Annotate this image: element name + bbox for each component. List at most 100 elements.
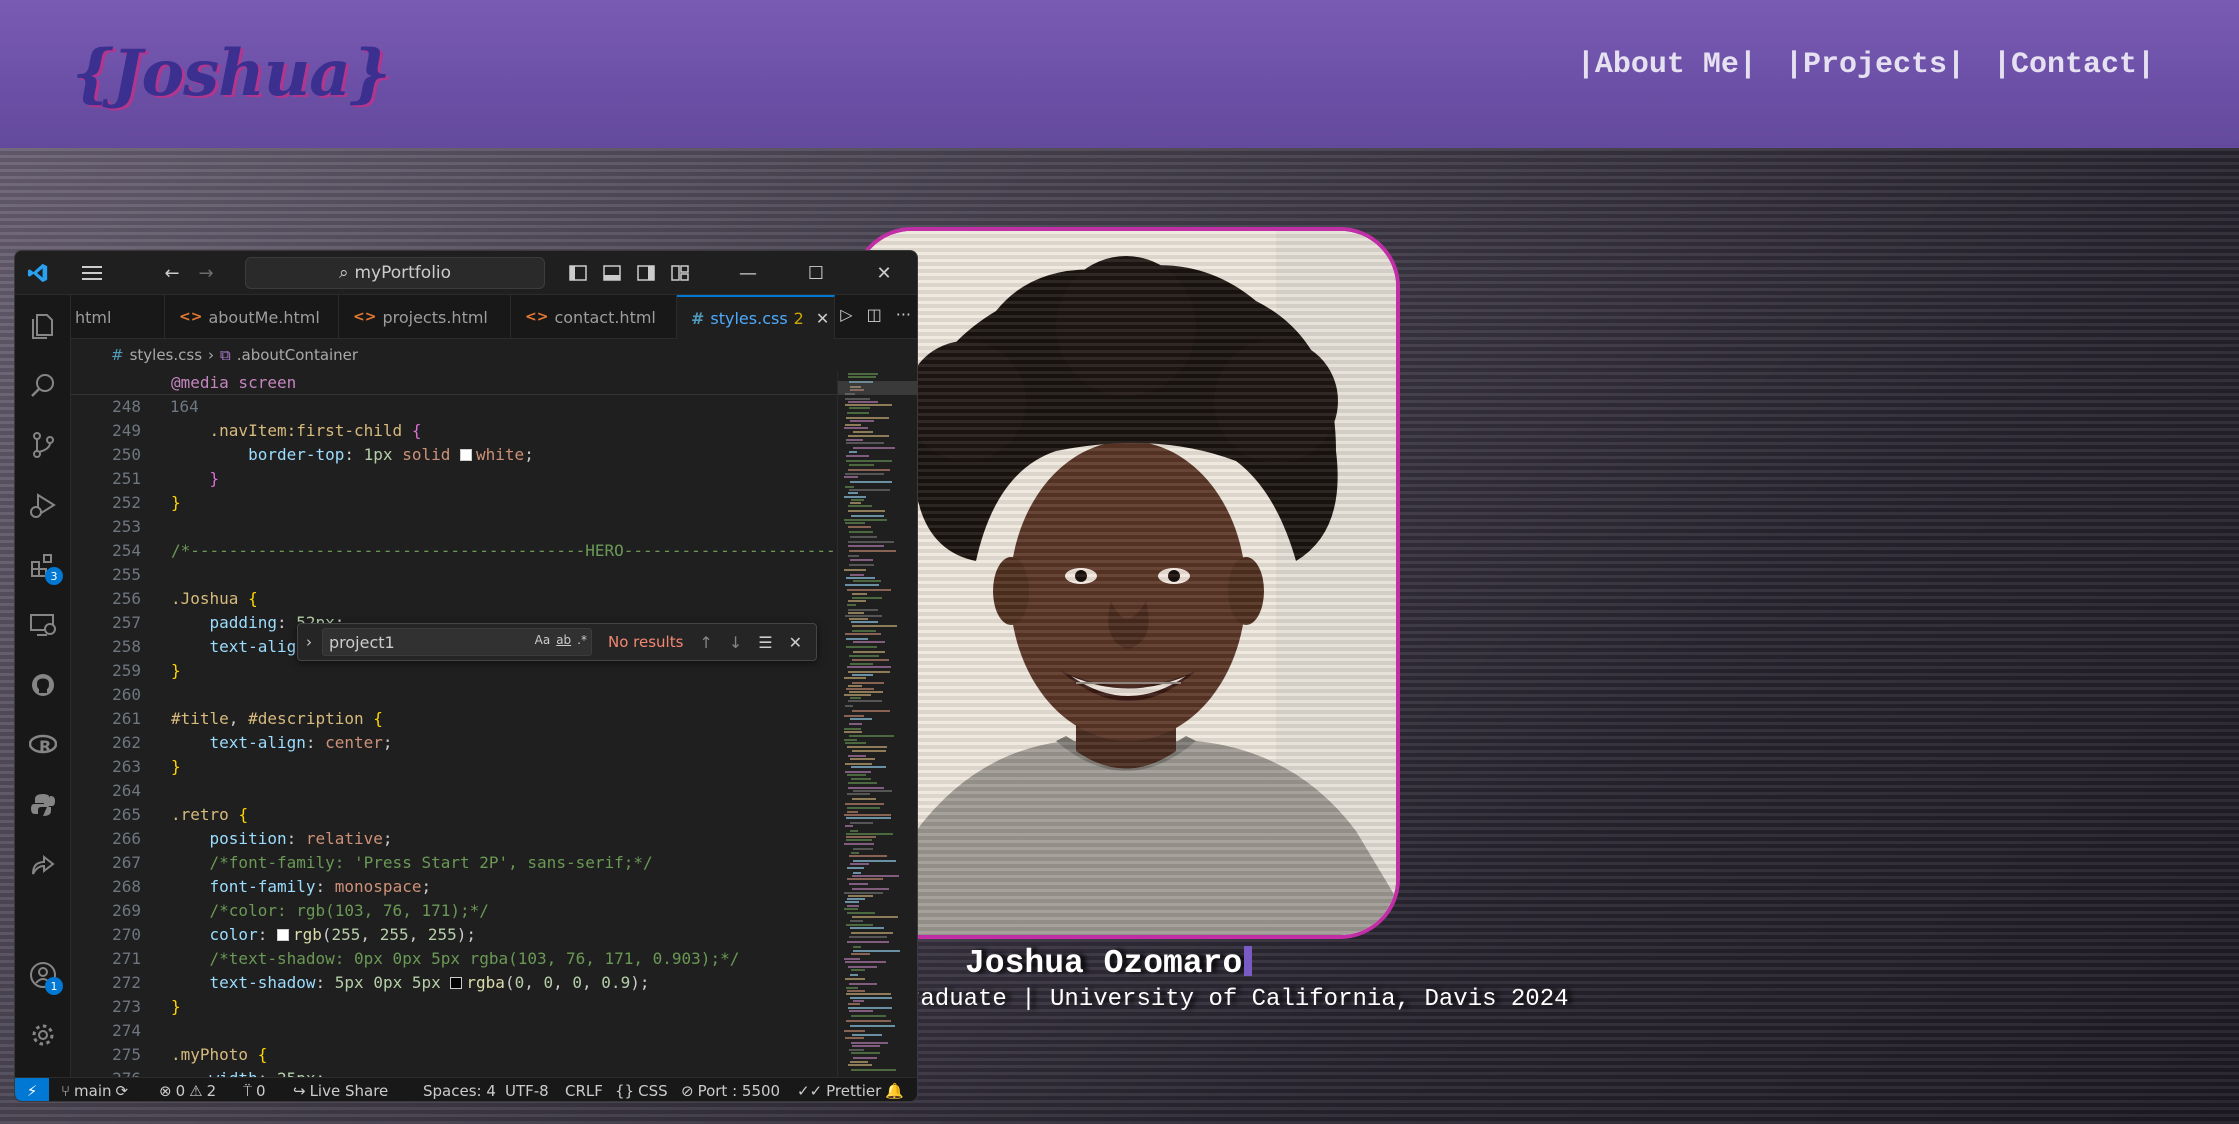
code-line[interactable]: 249 .navItem:first-child { bbox=[71, 419, 837, 443]
find-in-selection-icon[interactable]: ☰ bbox=[758, 633, 772, 652]
split-editor-icon[interactable]: ◫ bbox=[867, 305, 882, 324]
site-logo[interactable]: {Joshua} bbox=[72, 36, 391, 111]
code-line[interactable]: 272 text-shadow: 5px 0px 5px rgba(0, 0, … bbox=[71, 971, 837, 995]
code-line[interactable]: 256 .Joshua { bbox=[71, 587, 837, 611]
customize-layout-icon[interactable] bbox=[665, 259, 695, 287]
nav-contact-link[interactable]: |Contact| bbox=[1993, 48, 2155, 82]
r-language-icon[interactable]: R bbox=[27, 729, 59, 761]
problems-status[interactable]: ⊗ 0 ⚠ 2 bbox=[159, 1082, 216, 1100]
next-match-icon[interactable]: ↓ bbox=[729, 633, 742, 652]
live-server-status[interactable]: ⊘ Port : 5500 bbox=[681, 1082, 780, 1100]
close-window-icon[interactable]: ✕ bbox=[869, 259, 899, 287]
nav-projects-link[interactable]: |Projects| bbox=[1785, 48, 1965, 82]
more-actions-icon[interactable]: ··· bbox=[896, 305, 911, 324]
tab-styles-css[interactable]: # styles.css 2 ✕ bbox=[677, 295, 835, 339]
indentation-status[interactable]: Spaces: 4 bbox=[423, 1082, 496, 1100]
eol-status[interactable]: CRLF bbox=[565, 1082, 603, 1100]
tab-contact-html[interactable]: <> contact.html bbox=[511, 295, 677, 339]
remote-indicator-icon[interactable]: ⚡ bbox=[15, 1078, 49, 1101]
status-bar: ⚡ ⑂ main ⟳ ⊗ 0 ⚠ 2 ⍡ 0 ↪ Live Share Spaces: 4 U… bbox=[15, 1077, 917, 1101]
toggle-panel-icon[interactable] bbox=[597, 259, 627, 287]
match-whole-word-icon[interactable]: ab bbox=[556, 633, 571, 647]
accounts-icon[interactable]: 1 bbox=[27, 959, 63, 995]
tab-projects-html[interactable]: <> projects.html bbox=[339, 295, 511, 339]
extensions-icon[interactable]: 3 bbox=[27, 549, 63, 585]
search-icon[interactable] bbox=[27, 369, 59, 401]
run-debug-icon[interactable] bbox=[27, 489, 59, 521]
minimap-line bbox=[844, 814, 891, 816]
minimap-line bbox=[852, 674, 873, 676]
encoding-status[interactable]: UTF-8 bbox=[505, 1082, 549, 1100]
github-icon[interactable] bbox=[27, 669, 59, 701]
close-find-icon[interactable]: ✕ bbox=[789, 633, 802, 652]
code-line[interactable]: 270 color: rgb(255, 255, 255); bbox=[71, 923, 837, 947]
maximize-icon[interactable]: ☐ bbox=[801, 259, 831, 287]
code-line[interactable]: 266 position: relative; bbox=[71, 827, 837, 851]
code-line[interactable]: 275 .myPhoto { bbox=[71, 1043, 837, 1067]
sticky-scroll-line[interactable]: 164 @media screen bbox=[71, 371, 837, 416]
source-control-icon[interactable] bbox=[27, 429, 59, 461]
minimap-line bbox=[848, 435, 889, 437]
back-arrow-icon[interactable]: ← bbox=[157, 259, 187, 287]
tab-html[interactable]: html bbox=[61, 295, 165, 339]
minimap-line bbox=[845, 771, 871, 773]
minimap-line bbox=[849, 1049, 864, 1051]
code-line[interactable]: 253 bbox=[71, 515, 837, 539]
toggle-secondary-sidebar-icon[interactable] bbox=[631, 259, 661, 287]
code-line[interactable]: 263} bbox=[71, 755, 837, 779]
code-line[interactable]: 269 /*color: rgb(103, 76, 171);*/ bbox=[71, 899, 837, 923]
minimap-line bbox=[850, 758, 875, 760]
minimap[interactable] bbox=[837, 371, 917, 1077]
code-line[interactable]: 273} bbox=[71, 995, 837, 1019]
toggle-replace-chevron-icon[interactable]: › bbox=[306, 633, 312, 651]
command-center-search[interactable]: ⌕ myPortfolio bbox=[245, 257, 545, 289]
minimap-line bbox=[853, 651, 885, 653]
breadcrumb-symbol[interactable]: .aboutContainer bbox=[237, 346, 358, 364]
minimap-slider[interactable] bbox=[838, 381, 917, 395]
language-status[interactable]: {} CSS bbox=[615, 1082, 668, 1100]
python-icon[interactable] bbox=[27, 789, 59, 821]
minimize-icon[interactable]: — bbox=[733, 259, 763, 287]
code-line[interactable]: 268 font-family: monospace; bbox=[71, 875, 837, 899]
ports-status[interactable]: ⍡ 0 bbox=[243, 1082, 266, 1100]
code-line[interactable]: 250 border-top: 1px solid white; bbox=[71, 443, 837, 467]
find-widget: › project1 Aa ab .* No results ↑ ↓ ☰ ✕ bbox=[297, 623, 817, 661]
code-line[interactable]: 259} bbox=[71, 659, 837, 683]
code-line[interactable]: 260 bbox=[71, 683, 837, 707]
run-icon[interactable]: ▷ bbox=[840, 305, 852, 324]
find-input[interactable]: project1 Aa ab .* bbox=[322, 628, 592, 656]
toggle-primary-sidebar-icon[interactable] bbox=[563, 259, 593, 287]
code-line[interactable]: 255 bbox=[71, 563, 837, 587]
code-line[interactable]: 265 .retro { bbox=[71, 803, 837, 827]
notifications-bell-icon[interactable]: 🔔 bbox=[885, 1082, 904, 1100]
settings-gear-icon[interactable] bbox=[27, 1019, 59, 1051]
code-line[interactable]: 254 /*-----------------------------------… bbox=[71, 539, 837, 563]
nav-about-me-link[interactable]: |About Me| bbox=[1577, 48, 1757, 82]
code-line[interactable]: 252} bbox=[71, 491, 837, 515]
minimap-line bbox=[852, 1045, 880, 1047]
minimap-line bbox=[852, 682, 884, 684]
live-share-status[interactable]: ↪ Live Share bbox=[293, 1082, 388, 1100]
code-editor[interactable]: 164@media screen 248249 .navItem:first-c… bbox=[71, 371, 837, 1077]
explorer-icon[interactable] bbox=[27, 309, 59, 341]
branch-status[interactable]: ⑂ main ⟳ bbox=[61, 1082, 128, 1100]
code-line[interactable]: 262 text-align: center; bbox=[71, 731, 837, 755]
menu-icon[interactable] bbox=[77, 259, 107, 287]
code-line[interactable]: 264 bbox=[71, 779, 837, 803]
prettier-status[interactable]: ✓✓ Prettier bbox=[797, 1082, 881, 1100]
tab-aboutme-html[interactable]: <> aboutMe.html bbox=[165, 295, 339, 339]
code-line[interactable]: 276 width: 25px; bbox=[71, 1067, 837, 1077]
code-line[interactable]: 271 /*text-shadow: 0px 0px 5px rgba(103,… bbox=[71, 947, 837, 971]
forward-arrow-icon[interactable]: → bbox=[191, 259, 221, 287]
code-line[interactable]: 267 /*font-family: 'Press Start 2P', san… bbox=[71, 851, 837, 875]
code-line[interactable]: 274 bbox=[71, 1019, 837, 1043]
use-regex-icon[interactable]: .* bbox=[577, 633, 587, 647]
previous-match-icon[interactable]: ↑ bbox=[699, 633, 712, 652]
code-line[interactable]: 251 } bbox=[71, 467, 837, 491]
breadcrumb-file[interactable]: styles.css bbox=[130, 346, 202, 364]
remote-explorer-icon[interactable] bbox=[27, 609, 59, 641]
close-tab-icon[interactable]: ✕ bbox=[816, 309, 829, 328]
code-line[interactable]: 261 #title, #description { bbox=[71, 707, 837, 731]
match-case-icon[interactable]: Aa bbox=[535, 633, 551, 647]
live-share-icon[interactable] bbox=[27, 849, 59, 881]
